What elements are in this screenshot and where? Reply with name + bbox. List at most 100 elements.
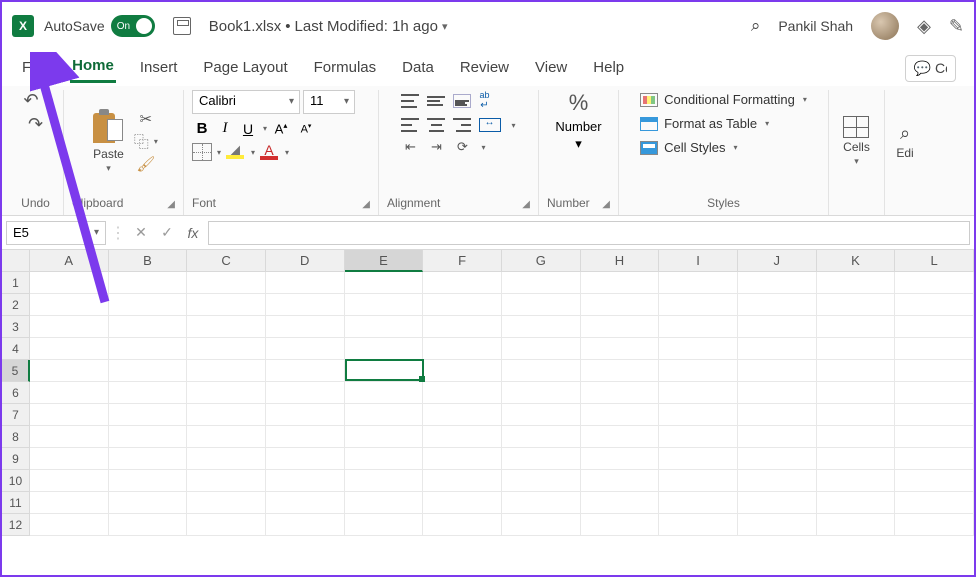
cell[interactable] bbox=[581, 448, 660, 470]
chevron-down-icon[interactable]: ▾ bbox=[49, 96, 53, 105]
pen-icon[interactable]: ✎ bbox=[949, 16, 964, 37]
tab-file[interactable]: File bbox=[20, 55, 48, 82]
cell[interactable] bbox=[187, 514, 266, 536]
cell[interactable] bbox=[659, 404, 738, 426]
cell[interactable] bbox=[109, 426, 188, 448]
cell[interactable] bbox=[266, 360, 345, 382]
dialog-launcher-icon[interactable]: ◢ bbox=[167, 199, 175, 210]
chevron-down-icon[interactable]: ▾ bbox=[511, 121, 515, 130]
tab-view[interactable]: View bbox=[533, 55, 569, 82]
comments-button[interactable]: 💬 Comments bbox=[905, 55, 956, 82]
select-all-corner[interactable] bbox=[2, 250, 30, 272]
column-header[interactable]: I bbox=[659, 250, 738, 272]
cell[interactable] bbox=[659, 470, 738, 492]
cell[interactable] bbox=[581, 360, 660, 382]
cell[interactable] bbox=[502, 294, 581, 316]
cell[interactable] bbox=[502, 492, 581, 514]
cell[interactable] bbox=[659, 514, 738, 536]
row-header[interactable]: 6 bbox=[2, 382, 30, 404]
cell[interactable] bbox=[109, 360, 188, 382]
row-header[interactable]: 7 bbox=[2, 404, 30, 426]
cell[interactable] bbox=[659, 426, 738, 448]
row-header[interactable]: 10 bbox=[2, 470, 30, 492]
cell[interactable] bbox=[187, 492, 266, 514]
cell[interactable] bbox=[266, 316, 345, 338]
cell[interactable] bbox=[738, 272, 817, 294]
cut-icon[interactable]: ✂ bbox=[140, 110, 153, 128]
number-format-button[interactable]: Number ▾ bbox=[555, 119, 601, 152]
cell[interactable] bbox=[895, 338, 974, 360]
cell[interactable] bbox=[895, 272, 974, 294]
cell[interactable] bbox=[187, 360, 266, 382]
cell[interactable] bbox=[345, 470, 424, 492]
cell[interactable] bbox=[581, 426, 660, 448]
cell[interactable] bbox=[30, 382, 109, 404]
cell[interactable] bbox=[109, 404, 188, 426]
cell[interactable] bbox=[345, 404, 424, 426]
align-top-button[interactable] bbox=[401, 94, 419, 108]
cell[interactable] bbox=[895, 514, 974, 536]
dialog-launcher-icon[interactable]: ◢ bbox=[602, 199, 610, 210]
redo-icon[interactable]: ↷ bbox=[22, 114, 48, 135]
cell[interactable] bbox=[345, 272, 424, 294]
tab-data[interactable]: Data bbox=[400, 55, 436, 82]
cell[interactable] bbox=[187, 470, 266, 492]
merge-center-button[interactable] bbox=[479, 118, 501, 132]
cell[interactable] bbox=[30, 448, 109, 470]
cell[interactable] bbox=[738, 448, 817, 470]
italic-button[interactable]: I bbox=[215, 120, 235, 137]
cell[interactable] bbox=[266, 448, 345, 470]
cell[interactable] bbox=[423, 272, 502, 294]
cell[interactable] bbox=[266, 492, 345, 514]
cell[interactable] bbox=[345, 426, 424, 448]
cell[interactable] bbox=[502, 382, 581, 404]
cell[interactable] bbox=[266, 272, 345, 294]
row-header[interactable]: 12 bbox=[2, 514, 30, 536]
cell[interactable] bbox=[30, 294, 109, 316]
cell[interactable] bbox=[345, 294, 424, 316]
cell[interactable] bbox=[502, 360, 581, 382]
save-icon[interactable] bbox=[173, 17, 191, 35]
enter-formula-button[interactable]: ✓ bbox=[156, 224, 178, 241]
column-header[interactable]: L bbox=[895, 250, 974, 272]
cell[interactable] bbox=[817, 382, 896, 404]
cell[interactable] bbox=[659, 448, 738, 470]
cell[interactable] bbox=[423, 338, 502, 360]
row-header[interactable]: 4 bbox=[2, 338, 30, 360]
cell[interactable] bbox=[895, 448, 974, 470]
autosave-toggle[interactable]: On bbox=[111, 15, 155, 37]
cell[interactable] bbox=[738, 294, 817, 316]
chevron-down-icon[interactable]: ▾ bbox=[263, 124, 267, 133]
increase-indent-button[interactable]: ⇥ bbox=[427, 139, 445, 155]
cell[interactable] bbox=[266, 404, 345, 426]
cell[interactable] bbox=[187, 338, 266, 360]
copy-icon[interactable]: ⿻ bbox=[134, 131, 149, 152]
decrease-indent-button[interactable]: ⇤ bbox=[401, 139, 419, 155]
cell[interactable] bbox=[345, 360, 424, 382]
wrap-text-button[interactable]: ab↵ bbox=[479, 90, 489, 111]
cell[interactable] bbox=[817, 294, 896, 316]
cell[interactable] bbox=[109, 492, 188, 514]
column-header[interactable]: C bbox=[187, 250, 266, 272]
document-title[interactable]: Book1.xlsx • Last Modified: 1h ago ▾ bbox=[209, 18, 448, 35]
cell[interactable] bbox=[502, 272, 581, 294]
row-header[interactable]: 5 bbox=[2, 360, 30, 382]
cell[interactable] bbox=[581, 382, 660, 404]
cell[interactable] bbox=[423, 514, 502, 536]
cell[interactable] bbox=[109, 382, 188, 404]
cell[interactable] bbox=[345, 448, 424, 470]
cell[interactable] bbox=[109, 316, 188, 338]
font-color-button[interactable]: A bbox=[258, 144, 280, 160]
column-header[interactable]: D bbox=[266, 250, 345, 272]
chevron-down-icon[interactable]: ▾ bbox=[285, 148, 289, 157]
cell[interactable] bbox=[738, 470, 817, 492]
cell[interactable] bbox=[30, 426, 109, 448]
cell[interactable] bbox=[502, 338, 581, 360]
chevron-down-icon[interactable]: ▾ bbox=[154, 137, 158, 146]
cell[interactable] bbox=[817, 426, 896, 448]
column-header[interactable]: F bbox=[423, 250, 502, 272]
cell[interactable] bbox=[659, 316, 738, 338]
cell[interactable] bbox=[817, 470, 896, 492]
cell[interactable] bbox=[895, 492, 974, 514]
cell[interactable] bbox=[738, 360, 817, 382]
